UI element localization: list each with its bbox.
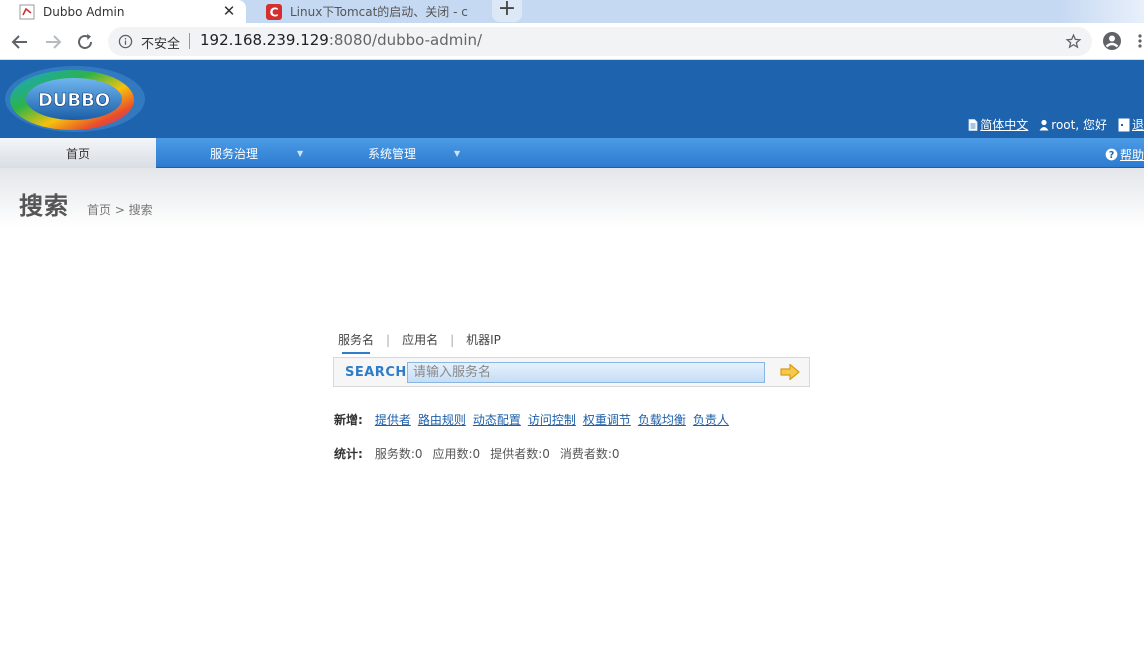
stats-label: 统计: [334, 447, 363, 461]
tab-separator: | [450, 332, 455, 347]
page-title: 搜索 [19, 192, 69, 220]
tab-strip-edge [1060, 0, 1144, 23]
add-access-control-link[interactable]: 访问控制 [528, 411, 576, 428]
search-label: SEARCH [345, 365, 407, 380]
help-icon: ? [1105, 148, 1118, 161]
add-dynamic-config-link[interactable]: 动态配置 [473, 411, 521, 428]
forward-arrow-icon[interactable] [41, 30, 65, 54]
logout-icon [1118, 118, 1130, 131]
help-link[interactable]: 帮助 [1120, 146, 1144, 163]
browser-tab-title: Linux下Tomcat的启动、关闭 - c [290, 5, 468, 19]
browser-tab-title: Dubbo Admin [43, 4, 125, 19]
add-weight-adjust-link[interactable]: 权重调节 [583, 411, 631, 428]
url-path: :8080/dubbo-admin/ [328, 31, 483, 49]
language-link[interactable]: 简体中文 [980, 116, 1028, 133]
account-icon[interactable] [1102, 31, 1122, 51]
tab-machine-ip[interactable]: 机器IP [466, 331, 501, 348]
user-greeting: root, 您好 [1051, 118, 1107, 132]
url-text[interactable]: 192.168.239.129:8080/dubbo-admin/ [200, 31, 482, 49]
user-item: root, 您好 [1039, 116, 1107, 133]
close-tab-icon[interactable]: ✕ [221, 3, 237, 19]
site-header: DUBBO 简体中文 root, 您好 退 [0, 60, 1144, 138]
security-status-label[interactable]: 不安全 [141, 33, 180, 52]
add-load-balance-link[interactable]: 负载均衡 [638, 411, 686, 428]
back-arrow-icon[interactable] [8, 30, 32, 54]
search-box: SEARCH [333, 357, 810, 387]
info-icon[interactable] [118, 34, 133, 49]
tab-separator: | [386, 332, 391, 347]
csdn-favicon-icon: C [266, 3, 282, 20]
dubbo-logo[interactable]: DUBBO [0, 63, 146, 137]
user-bar: 简体中文 root, 您好 退 [968, 116, 1144, 133]
nav-home[interactable]: 首页 [0, 138, 156, 168]
nav-service-governance[interactable]: 服务治理 [210, 138, 258, 168]
document-icon [968, 118, 978, 131]
reload-icon[interactable] [73, 30, 97, 54]
logo-text: DUBBO [38, 90, 110, 111]
add-owner-link[interactable]: 负责人 [693, 411, 729, 428]
browser-menu-icon[interactable] [1136, 33, 1144, 49]
arrow-right-icon[interactable] [779, 363, 801, 381]
stats-row: 统计: 服务数:0 应用数:0 提供者数:0 消费者数:0 [334, 445, 630, 462]
add-links-row: 新增: 提供者 路由规则 动态配置 访问控制 权重调节 负载均衡 负责人 [334, 411, 736, 428]
add-provider-link[interactable]: 提供者 [375, 411, 411, 428]
help-item[interactable]: ? 帮助 [1105, 146, 1144, 163]
stat-provider-count: 提供者数:0 [490, 447, 550, 461]
search-type-tabs: 服务名 | 应用名 | 机器IP [338, 331, 501, 354]
url-host: 192.168.239.129 [200, 31, 329, 49]
logout-item[interactable]: 退 [1118, 116, 1144, 133]
stat-application-count: 应用数:0 [432, 447, 481, 461]
bookmark-star-icon[interactable] [1065, 33, 1082, 50]
user-icon [1039, 119, 1049, 130]
title-band [0, 168, 1144, 228]
add-route-rule-link[interactable]: 路由规则 [418, 411, 466, 428]
add-label: 新增: [334, 413, 363, 427]
search-input[interactable] [407, 362, 765, 383]
logout-link[interactable]: 退 [1132, 116, 1144, 133]
nav-system-management[interactable]: 系统管理 [368, 138, 416, 168]
stat-service-count: 服务数:0 [374, 447, 423, 461]
breadcrumb: 首页 > 搜索 [87, 203, 153, 217]
svg-text:?: ? [1109, 150, 1114, 161]
language-item[interactable]: 简体中文 [968, 116, 1028, 133]
stat-consumer-count: 消费者数:0 [559, 447, 620, 461]
tab-application-name[interactable]: 应用名 [402, 331, 438, 348]
address-bar[interactable]: 不安全 192.168.239.129:8080/dubbo-admin/ [108, 27, 1092, 56]
browser-tab-dubbo-admin[interactable]: Dubbo Admin ✕ [0, 0, 246, 23]
tab-service-name[interactable]: 服务名 [338, 331, 374, 354]
address-separator [189, 33, 190, 49]
browser-tab-strip: Dubbo Admin ✕ C Linux下Tomcat的启动、关闭 - c + [0, 0, 1144, 23]
page-favicon-icon [19, 4, 35, 19]
svg-text:C: C [270, 5, 279, 19]
chevron-down-icon[interactable]: ▼ [454, 149, 460, 158]
browser-toolbar: 不安全 192.168.239.129:8080/dubbo-admin/ [0, 23, 1144, 60]
main-nav: 首页 服务治理 ▼ 系统管理 ▼ ? 帮助 [0, 138, 1144, 168]
chevron-down-icon[interactable]: ▼ [297, 149, 303, 158]
new-tab-button[interactable]: + [492, 0, 522, 22]
browser-tab-tomcat-article[interactable]: C Linux下Tomcat的启动、关闭 - c [247, 0, 487, 23]
